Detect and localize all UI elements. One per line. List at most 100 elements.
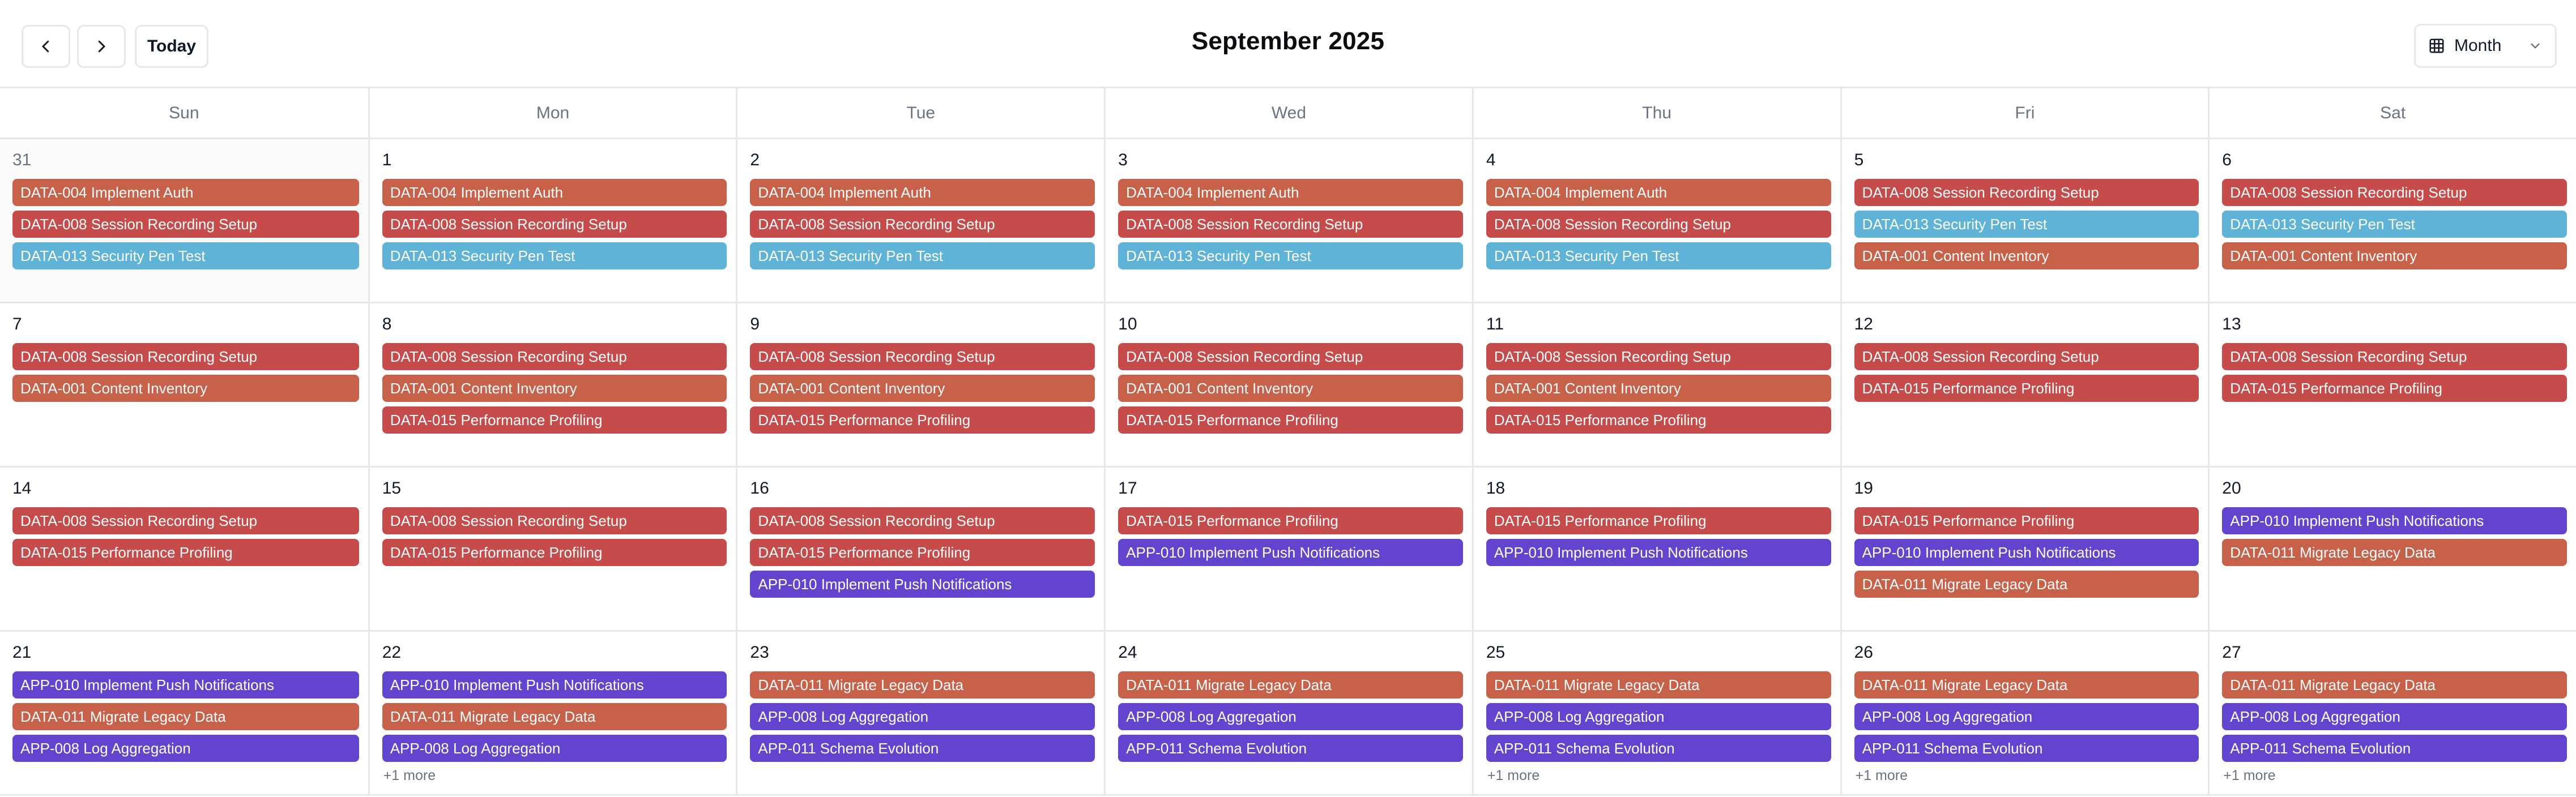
event-chip[interactable]: DATA-015 Performance Profiling — [1854, 507, 2199, 534]
event-chip[interactable]: DATA-008 Session Recording Setup — [1486, 343, 1831, 370]
event-chip[interactable]: DATA-008 Session Recording Setup — [1118, 211, 1463, 238]
event-chip[interactable]: DATA-008 Session Recording Setup — [2222, 343, 2567, 370]
event-chip[interactable]: DATA-015 Performance Profiling — [750, 539, 1095, 566]
view-mode-select[interactable]: Month — [2414, 24, 2557, 68]
more-events-link[interactable]: +1 more — [382, 768, 727, 784]
event-chip[interactable]: DATA-008 Session Recording Setup — [1854, 179, 2199, 206]
day-cell[interactable]: 5 DATA-008 Session Recording Setup DATA-01… — [1840, 139, 2208, 302]
event-chip[interactable]: DATA-015 Performance Profiling — [1486, 507, 1831, 534]
event-chip[interactable]: DATA-001 Content Inventory — [1486, 375, 1831, 402]
event-chip[interactable]: APP-010 Implement Push Notifications — [382, 671, 727, 699]
event-chip[interactable]: DATA-015 Performance Profiling — [382, 406, 727, 434]
day-cell[interactable]: 15 DATA-008 Session Recording Setup DATA-0… — [368, 468, 736, 630]
day-cell[interactable]: 13 DATA-008 Session Recording Setup DATA-0… — [2208, 303, 2576, 466]
event-chip[interactable]: APP-008 Log Aggregation — [1486, 703, 1831, 730]
day-cell[interactable]: 26 DATA-011 Migrate Legacy Data APP-008 Lo… — [1840, 632, 2208, 794]
day-cell[interactable]: 21 APP-010 Implement Push Notifications DA… — [0, 632, 368, 794]
event-chip[interactable]: APP-011 Schema Evolution — [1854, 735, 2199, 762]
event-chip[interactable]: DATA-015 Performance Profiling — [1118, 406, 1463, 434]
event-chip[interactable]: DATA-011 Migrate Legacy Data — [750, 671, 1095, 699]
event-chip[interactable]: DATA-013 Security Pen Test — [1486, 242, 1831, 269]
event-chip[interactable]: DATA-015 Performance Profiling — [382, 539, 727, 566]
event-chip[interactable]: APP-010 Implement Push Notifications — [1854, 539, 2199, 566]
event-chip[interactable]: APP-008 Log Aggregation — [1854, 703, 2199, 730]
day-cell[interactable]: 27 DATA-011 Migrate Legacy Data APP-008 Lo… — [2208, 632, 2576, 794]
event-chip[interactable]: DATA-004 Implement Auth — [12, 179, 359, 206]
event-chip[interactable]: DATA-011 Migrate Legacy Data — [1486, 671, 1831, 699]
day-cell[interactable]: 19 DATA-015 Performance Profiling APP-010 … — [1840, 468, 2208, 630]
event-chip[interactable]: DATA-015 Performance Profiling — [1486, 406, 1831, 434]
event-chip[interactable]: DATA-008 Session Recording Setup — [750, 211, 1095, 238]
event-chip[interactable]: DATA-008 Session Recording Setup — [382, 507, 727, 534]
day-cell[interactable]: 20 APP-010 Implement Push Notifications DA… — [2208, 468, 2576, 630]
event-chip[interactable]: DATA-011 Migrate Legacy Data — [1118, 671, 1463, 699]
event-chip[interactable]: APP-010 Implement Push Notifications — [1118, 539, 1463, 566]
day-cell[interactable]: 2 DATA-004 Implement Auth DATA-008 Session… — [736, 139, 1104, 302]
event-chip[interactable]: APP-008 Log Aggregation — [1118, 703, 1463, 730]
event-chip[interactable]: DATA-013 Security Pen Test — [12, 242, 359, 269]
event-chip[interactable]: DATA-004 Implement Auth — [1118, 179, 1463, 206]
event-chip[interactable]: DATA-001 Content Inventory — [750, 375, 1095, 402]
day-cell[interactable]: 11 DATA-008 Session Recording Setup DATA-0… — [1472, 303, 1840, 466]
event-chip[interactable]: DATA-015 Performance Profiling — [12, 539, 359, 566]
day-cell[interactable]: 31 DATA-004 Implement Auth DATA-008 Sessio… — [0, 139, 368, 302]
more-events-link[interactable]: +1 more — [1486, 768, 1831, 784]
event-chip[interactable]: DATA-008 Session Recording Setup — [750, 507, 1095, 534]
event-chip[interactable]: DATA-013 Security Pen Test — [1854, 211, 2199, 238]
event-chip[interactable]: DATA-008 Session Recording Setup — [2222, 179, 2567, 206]
day-cell[interactable]: 23 DATA-011 Migrate Legacy Data APP-008 Lo… — [736, 632, 1104, 794]
event-chip[interactable]: DATA-001 Content Inventory — [12, 375, 359, 402]
day-cell[interactable]: 6 DATA-008 Session Recording Setup DATA-01… — [2208, 139, 2576, 302]
day-cell[interactable]: 16 DATA-008 Session Recording Setup DATA-0… — [736, 468, 1104, 630]
event-chip[interactable]: DATA-008 Session Recording Setup — [1118, 343, 1463, 370]
more-events-link[interactable]: +1 more — [1854, 768, 2199, 784]
day-cell[interactable]: 25 DATA-011 Migrate Legacy Data APP-008 Lo… — [1472, 632, 1840, 794]
day-cell[interactable]: 22 APP-010 Implement Push Notifications DA… — [368, 632, 736, 794]
event-chip[interactable]: DATA-008 Session Recording Setup — [12, 507, 359, 534]
event-chip[interactable]: DATA-015 Performance Profiling — [2222, 375, 2567, 402]
event-chip[interactable]: DATA-008 Session Recording Setup — [12, 211, 359, 238]
day-cell[interactable]: 24 DATA-011 Migrate Legacy Data APP-008 Lo… — [1104, 632, 1472, 794]
event-chip[interactable]: APP-008 Log Aggregation — [2222, 703, 2567, 730]
event-chip[interactable]: APP-008 Log Aggregation — [750, 703, 1095, 730]
event-chip[interactable]: DATA-013 Security Pen Test — [382, 242, 727, 269]
day-cell[interactable]: 9 DATA-008 Session Recording Setup DATA-00… — [736, 303, 1104, 466]
event-chip[interactable]: DATA-008 Session Recording Setup — [1854, 343, 2199, 370]
event-chip[interactable]: DATA-008 Session Recording Setup — [1486, 211, 1831, 238]
event-chip[interactable]: DATA-011 Migrate Legacy Data — [2222, 539, 2567, 566]
day-cell[interactable]: 8 DATA-008 Session Recording Setup DATA-00… — [368, 303, 736, 466]
event-chip[interactable]: DATA-008 Session Recording Setup — [382, 343, 727, 370]
more-events-link[interactable]: +1 more — [2222, 768, 2567, 784]
day-cell[interactable]: 1 DATA-004 Implement Auth DATA-008 Session… — [368, 139, 736, 302]
event-chip[interactable]: DATA-004 Implement Auth — [1486, 179, 1831, 206]
event-chip[interactable]: DATA-004 Implement Auth — [750, 179, 1095, 206]
event-chip[interactable]: DATA-008 Session Recording Setup — [382, 211, 727, 238]
event-chip[interactable]: APP-011 Schema Evolution — [750, 735, 1095, 762]
event-chip[interactable]: APP-010 Implement Push Notifications — [12, 671, 359, 699]
event-chip[interactable]: DATA-011 Migrate Legacy Data — [1854, 671, 2199, 699]
event-chip[interactable]: DATA-011 Migrate Legacy Data — [1854, 571, 2199, 598]
event-chip[interactable]: APP-008 Log Aggregation — [382, 735, 727, 762]
event-chip[interactable]: APP-011 Schema Evolution — [1486, 735, 1831, 762]
event-chip[interactable]: APP-011 Schema Evolution — [1118, 735, 1463, 762]
event-chip[interactable]: DATA-013 Security Pen Test — [750, 242, 1095, 269]
event-chip[interactable]: DATA-008 Session Recording Setup — [750, 343, 1095, 370]
day-cell[interactable]: 10 DATA-008 Session Recording Setup DATA-0… — [1104, 303, 1472, 466]
event-chip[interactable]: DATA-015 Performance Profiling — [1118, 507, 1463, 534]
event-chip[interactable]: DATA-004 Implement Auth — [382, 179, 727, 206]
event-chip[interactable]: APP-010 Implement Push Notifications — [1486, 539, 1831, 566]
event-chip[interactable]: DATA-001 Content Inventory — [1118, 375, 1463, 402]
day-cell[interactable]: 7 DATA-008 Session Recording Setup DATA-00… — [0, 303, 368, 466]
day-cell[interactable]: 3 DATA-004 Implement Auth DATA-008 Session… — [1104, 139, 1472, 302]
day-cell[interactable]: 12 DATA-008 Session Recording Setup DATA-0… — [1840, 303, 2208, 466]
event-chip[interactable]: DATA-001 Content Inventory — [382, 375, 727, 402]
event-chip[interactable]: DATA-011 Migrate Legacy Data — [12, 703, 359, 730]
event-chip[interactable]: DATA-011 Migrate Legacy Data — [2222, 671, 2567, 699]
event-chip[interactable]: APP-010 Implement Push Notifications — [2222, 507, 2567, 534]
event-chip[interactable]: APP-010 Implement Push Notifications — [750, 571, 1095, 598]
event-chip[interactable]: DATA-001 Content Inventory — [2222, 242, 2567, 269]
event-chip[interactable]: DATA-015 Performance Profiling — [750, 406, 1095, 434]
event-chip[interactable]: DATA-013 Security Pen Test — [2222, 211, 2567, 238]
event-chip[interactable]: DATA-015 Performance Profiling — [1854, 375, 2199, 402]
event-chip[interactable]: DATA-011 Migrate Legacy Data — [382, 703, 727, 730]
